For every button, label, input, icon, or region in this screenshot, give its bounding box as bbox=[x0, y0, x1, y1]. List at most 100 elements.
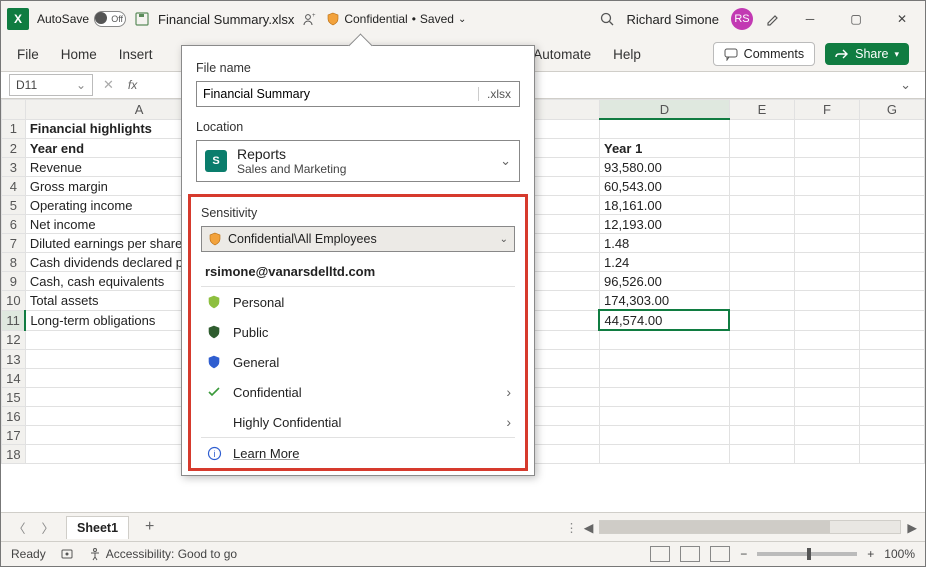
cell[interactable] bbox=[729, 119, 794, 139]
cell[interactable] bbox=[729, 330, 794, 350]
row-header[interactable]: 14 bbox=[2, 369, 26, 388]
cell[interactable] bbox=[859, 272, 924, 291]
cell[interactable]: 174,303.00 bbox=[599, 291, 729, 311]
row-header[interactable]: 9 bbox=[2, 272, 26, 291]
cell[interactable] bbox=[729, 310, 794, 330]
cell[interactable] bbox=[599, 330, 729, 350]
row-header[interactable]: 7 bbox=[2, 234, 26, 253]
cell[interactable] bbox=[859, 310, 924, 330]
cell[interactable] bbox=[859, 215, 924, 234]
accessibility-status[interactable]: Accessibility: Good to go bbox=[88, 547, 237, 561]
titlebar-sensitivity[interactable]: Confidential • Saved ⌄ bbox=[326, 12, 466, 26]
sensitivity-item[interactable]: Personal bbox=[201, 287, 515, 317]
cell[interactable] bbox=[794, 388, 859, 407]
cell[interactable] bbox=[729, 215, 794, 234]
tab-split-handle[interactable]: ⋮ bbox=[565, 520, 578, 535]
share-users-icon[interactable]: + bbox=[302, 11, 318, 27]
row-header[interactable]: 5 bbox=[2, 196, 26, 215]
cell[interactable] bbox=[859, 234, 924, 253]
cell[interactable]: 44,574.00 bbox=[599, 310, 729, 330]
cell[interactable]: 12,193.00 bbox=[599, 215, 729, 234]
cell[interactable] bbox=[729, 139, 794, 158]
cell[interactable] bbox=[729, 388, 794, 407]
cell[interactable] bbox=[794, 407, 859, 426]
row-header[interactable]: 10 bbox=[2, 291, 26, 311]
row-header[interactable]: 15 bbox=[2, 388, 26, 407]
tab-insert[interactable]: Insert bbox=[119, 47, 153, 62]
row-header[interactable]: 2 bbox=[2, 139, 26, 158]
cell[interactable] bbox=[599, 388, 729, 407]
cell[interactable] bbox=[859, 369, 924, 388]
cell[interactable] bbox=[729, 196, 794, 215]
avatar[interactable]: RS bbox=[731, 8, 753, 30]
cell[interactable]: 1.48 bbox=[599, 234, 729, 253]
cell[interactable] bbox=[859, 445, 924, 464]
fx-icon[interactable]: fx bbox=[124, 78, 141, 92]
cell[interactable] bbox=[599, 369, 729, 388]
name-box[interactable]: D11 ⌄ bbox=[9, 74, 93, 96]
col-header-g[interactable]: G bbox=[859, 100, 924, 120]
cell[interactable] bbox=[794, 369, 859, 388]
cell[interactable] bbox=[794, 234, 859, 253]
col-header-e[interactable]: E bbox=[729, 100, 794, 120]
cell[interactable] bbox=[599, 350, 729, 369]
scroll-left-icon[interactable]: ◀ bbox=[584, 520, 594, 535]
row-header[interactable]: 1 bbox=[2, 119, 26, 139]
cell[interactable] bbox=[599, 119, 729, 139]
cell[interactable] bbox=[729, 445, 794, 464]
cell[interactable] bbox=[729, 426, 794, 445]
cell[interactable] bbox=[794, 272, 859, 291]
user-name[interactable]: Richard Simone bbox=[627, 12, 720, 27]
cell[interactable] bbox=[859, 253, 924, 272]
cell[interactable] bbox=[859, 388, 924, 407]
cell[interactable]: 93,580.00 bbox=[599, 158, 729, 177]
cell[interactable] bbox=[794, 253, 859, 272]
cell[interactable] bbox=[859, 407, 924, 426]
row-header[interactable]: 17 bbox=[2, 426, 26, 445]
search-icon[interactable] bbox=[599, 11, 615, 27]
row-header[interactable]: 12 bbox=[2, 330, 26, 350]
cell[interactable] bbox=[794, 445, 859, 464]
filename-input[interactable] bbox=[197, 87, 478, 101]
scroll-right-icon[interactable]: ▶ bbox=[907, 520, 917, 535]
cell[interactable] bbox=[729, 291, 794, 311]
cell[interactable] bbox=[729, 234, 794, 253]
cell[interactable] bbox=[859, 139, 924, 158]
cell[interactable] bbox=[794, 196, 859, 215]
cell[interactable] bbox=[859, 177, 924, 196]
cell[interactable]: 18,161.00 bbox=[599, 196, 729, 215]
row-header[interactable]: 18 bbox=[2, 445, 26, 464]
cell[interactable] bbox=[794, 215, 859, 234]
row-header[interactable]: 11 bbox=[2, 310, 26, 330]
zoom-in-button[interactable]: + bbox=[867, 547, 874, 561]
share-button[interactable]: Share ▾ bbox=[825, 43, 909, 65]
tab-home[interactable]: Home bbox=[61, 47, 97, 62]
add-sheet-button[interactable]: + bbox=[137, 519, 162, 535]
cell[interactable] bbox=[794, 330, 859, 350]
cancel-fx-icon[interactable]: ✕ bbox=[99, 77, 118, 93]
tab-file[interactable]: File bbox=[17, 47, 39, 62]
sensitivity-selected[interactable]: Confidential\All Employees ⌄ bbox=[201, 226, 515, 252]
cell[interactable]: 96,526.00 bbox=[599, 272, 729, 291]
sensitivity-item[interactable]: Public bbox=[201, 317, 515, 347]
cell[interactable] bbox=[599, 445, 729, 464]
cell[interactable] bbox=[859, 350, 924, 369]
cell[interactable]: Year 1 bbox=[599, 139, 729, 158]
cell[interactable] bbox=[794, 291, 859, 311]
close-button[interactable]: ✕ bbox=[885, 5, 919, 33]
cell[interactable] bbox=[729, 350, 794, 369]
view-pagebreak-icon[interactable] bbox=[710, 546, 730, 562]
view-pagelayout-icon[interactable] bbox=[680, 546, 700, 562]
cell[interactable]: 1.24 bbox=[599, 253, 729, 272]
cell[interactable] bbox=[859, 196, 924, 215]
cell[interactable] bbox=[599, 426, 729, 445]
cell[interactable] bbox=[729, 177, 794, 196]
sensitivity-item[interactable]: Confidential› bbox=[201, 377, 515, 407]
filename-field[interactable]: .xlsx bbox=[196, 81, 520, 107]
cell[interactable] bbox=[859, 291, 924, 311]
tab-help[interactable]: Help bbox=[613, 47, 641, 62]
zoom-slider[interactable] bbox=[757, 552, 857, 556]
cell[interactable] bbox=[729, 369, 794, 388]
pen-icon[interactable] bbox=[765, 11, 781, 27]
minimize-button[interactable]: ─ bbox=[793, 5, 827, 33]
